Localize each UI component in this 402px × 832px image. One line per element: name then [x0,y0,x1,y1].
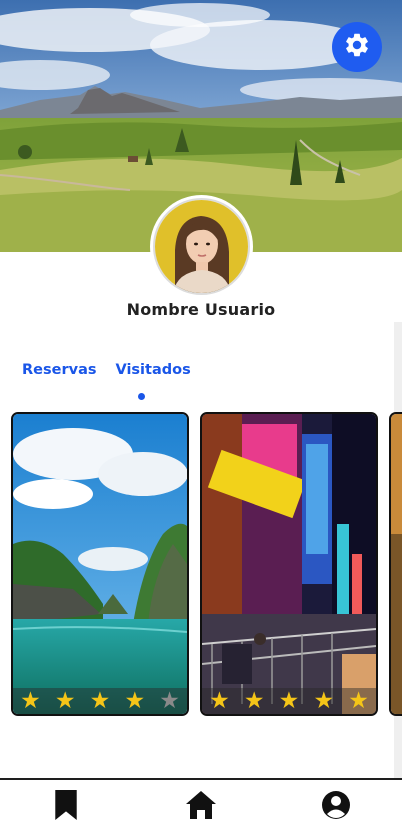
username: Nombre Usuario [126,300,276,319]
avatar-photo [153,198,250,295]
nav-home[interactable] [184,790,218,824]
star-icon: ★ [159,687,180,714]
star-icon: ★ [313,687,335,714]
account-icon [321,790,351,824]
bottom-nav [0,778,402,832]
city-lights-card[interactable]: ★ ★ ★ ★ ★ [200,412,378,716]
star-icon: ★ [209,687,230,714]
active-tab-indicator [138,393,145,400]
settings-button[interactable] [332,22,382,72]
bookmark-icon [53,790,79,824]
tab-reservas[interactable]: Reservas [22,362,96,378]
star-icon: ★ [348,687,369,714]
nav-bookmarks[interactable] [49,790,83,824]
profile-tabs: Reservas Visitados [22,362,191,378]
rating-stars: ★ ★ ★ ★ ★ [13,688,187,714]
nav-profile[interactable] [319,790,353,824]
avatar[interactable] [150,195,253,298]
star-icon: ★ [54,687,76,714]
star-icon: ★ [243,687,265,714]
star-icon: ★ [89,687,111,714]
tropical-bay-card[interactable]: ★ ★ ★ ★ ★ [11,412,189,716]
rating-stars: ★ ★ ★ ★ ★ [202,688,376,714]
home-icon [185,790,217,824]
next-card-peek[interactable] [389,412,402,716]
star-icon: ★ [124,687,146,714]
star-icon: ★ [20,687,41,714]
tab-visitados[interactable]: Visitados [115,362,190,378]
gear-icon [343,31,371,63]
star-icon: ★ [278,687,300,714]
